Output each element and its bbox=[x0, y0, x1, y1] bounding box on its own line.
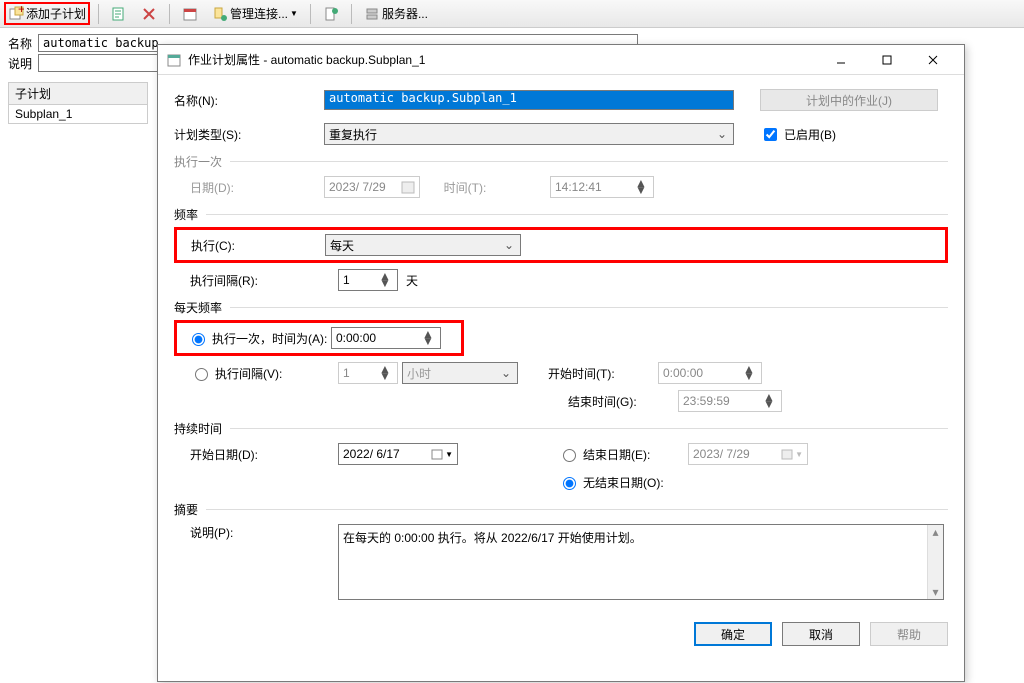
scrollbar[interactable]: ▴▾ bbox=[927, 525, 943, 599]
spinner-icon: ▲▼ bbox=[379, 273, 393, 287]
titlebar: 作业计划属性 - automatic backup.Subplan_1 bbox=[158, 45, 964, 75]
minimize-button[interactable] bbox=[818, 46, 864, 74]
edit-icon bbox=[111, 6, 127, 22]
daily-once-time-input[interactable]: 0:00:00 ▲▼ bbox=[331, 327, 441, 349]
daily-once-radio-input[interactable] bbox=[192, 333, 205, 346]
spinner-icon: ▲▼ bbox=[379, 366, 393, 380]
freq-interval-input[interactable]: 1 ▲▼ bbox=[338, 269, 398, 291]
dialog-icon bbox=[166, 52, 182, 68]
daily-interval-unit-select: 小时 ⌄ bbox=[402, 362, 518, 384]
once-date-label: 日期(D): bbox=[190, 179, 324, 196]
enabled-label: 已启用(B) bbox=[784, 126, 836, 143]
duration-end-input: 2023/ 7/29 ▼ bbox=[688, 443, 808, 465]
freq-exec-label: 执行(C): bbox=[181, 237, 325, 254]
duration-section-label: 持续时间 bbox=[174, 420, 948, 437]
close-button[interactable] bbox=[910, 46, 956, 74]
freq-section-label: 频率 bbox=[174, 206, 948, 223]
daily-end-label: 结束时间(G): bbox=[568, 393, 678, 410]
end-date-radio[interactable]: 结束日期(E): bbox=[558, 446, 688, 463]
server-button[interactable]: 服务器... bbox=[360, 3, 432, 24]
enabled-checkbox-input[interactable] bbox=[764, 128, 777, 141]
duration-start-input[interactable]: 2022/ 6/17 ▼ bbox=[338, 443, 458, 465]
toolbar-separator bbox=[351, 4, 352, 24]
daily-start-label: 开始时间(T): bbox=[548, 365, 658, 382]
duration-start-label: 开始日期(D): bbox=[190, 446, 338, 463]
spinner-icon: ▲▼ bbox=[422, 331, 436, 345]
add-subplan-icon: + bbox=[8, 6, 24, 22]
cancel-button[interactable]: 取消 bbox=[782, 622, 860, 646]
report-icon bbox=[323, 6, 339, 22]
calendar-icon bbox=[182, 6, 198, 22]
name-label: 名称 bbox=[8, 35, 38, 52]
desc-label: 说明 bbox=[8, 55, 38, 72]
chevron-down-icon: ⌄ bbox=[502, 238, 516, 252]
freq-interval-unit: 天 bbox=[406, 272, 418, 289]
add-subplan-label: 添加子计划 bbox=[26, 5, 86, 22]
daily-interval-radio[interactable]: 执行间隔(V): bbox=[190, 365, 338, 382]
once-section-label: 执行一次 bbox=[174, 153, 948, 170]
subplan-header: 子计划 bbox=[8, 82, 148, 105]
schedule-name-input[interactable]: automatic backup.Subplan_1 bbox=[324, 90, 734, 110]
summary-section-label: 摘要 bbox=[174, 501, 948, 518]
subplan-row[interactable]: Subplan_1 bbox=[8, 105, 148, 124]
calendar-dropdown-icon: ▼ bbox=[781, 448, 803, 460]
main-toolbar: + 添加子计划 管理连接... ▼ 服务器... bbox=[0, 0, 1024, 28]
schedule-dialog: 作业计划属性 - automatic backup.Subplan_1 名称(N… bbox=[157, 44, 965, 682]
once-date-input: 2023/ 7/29 bbox=[324, 176, 420, 198]
daily-interval-value: 1 ▲▼ bbox=[338, 362, 398, 384]
spinner-icon: ▲▼ bbox=[635, 180, 649, 194]
name-label: 名称(N): bbox=[174, 92, 324, 109]
help-button: 帮助 bbox=[870, 622, 948, 646]
no-end-date-radio-input[interactable] bbox=[563, 477, 576, 490]
type-value: 重复执行 bbox=[329, 126, 377, 143]
dropdown-icon: ▼ bbox=[290, 9, 298, 18]
schedule-type-select[interactable]: 重复执行 ⌄ bbox=[324, 123, 734, 145]
svg-text:+: + bbox=[18, 6, 24, 16]
dialog-body: 名称(N): automatic backup.Subplan_1 计划中的作业… bbox=[158, 75, 964, 614]
delete-icon bbox=[141, 6, 157, 22]
subplan-table: 子计划 Subplan_1 bbox=[8, 82, 148, 124]
toolbar-separator bbox=[98, 4, 99, 24]
maximize-button[interactable] bbox=[864, 46, 910, 74]
calendar-icon bbox=[401, 180, 415, 194]
ok-button[interactable]: 确定 bbox=[694, 622, 772, 646]
daily-once-radio[interactable]: 执行一次，时间为(A): bbox=[181, 330, 331, 347]
end-date-radio-input[interactable] bbox=[563, 449, 576, 462]
once-time-input: 14:12:41 ▲▼ bbox=[550, 176, 654, 198]
toolbar-separator bbox=[169, 4, 170, 24]
report-button[interactable] bbox=[319, 4, 343, 24]
edit-button[interactable] bbox=[107, 4, 131, 24]
calendar-dropdown-icon: ▼ bbox=[431, 448, 453, 460]
jobs-button: 计划中的作业(J) bbox=[760, 89, 938, 111]
manage-conn-label: 管理连接... bbox=[230, 5, 288, 22]
dialog-title: 作业计划属性 - automatic backup.Subplan_1 bbox=[188, 51, 818, 68]
freq-exec-select[interactable]: 每天 ⌄ bbox=[325, 234, 521, 256]
freq-interval-label: 执行间隔(R): bbox=[190, 272, 338, 289]
no-end-date-radio[interactable]: 无结束日期(O): bbox=[558, 474, 664, 491]
chevron-down-icon: ⌄ bbox=[715, 127, 729, 141]
server-label: 服务器... bbox=[382, 5, 428, 22]
daily-interval-radio-input[interactable] bbox=[195, 368, 208, 381]
spinner-icon: ▲▼ bbox=[763, 394, 777, 408]
daily-start-input: 0:00:00 ▲▼ bbox=[658, 362, 762, 384]
toolbar-separator bbox=[310, 4, 311, 24]
chevron-down-icon: ⌄ bbox=[499, 366, 513, 380]
enabled-checkbox[interactable]: 已启用(B) bbox=[760, 125, 836, 144]
add-subplan-button[interactable]: + 添加子计划 bbox=[4, 2, 90, 25]
once-time-label: 时间(T): bbox=[420, 179, 510, 196]
server-icon bbox=[364, 6, 380, 22]
summary-textarea[interactable]: 在每天的 0:00:00 执行。将从 2022/6/17 开始使用计划。 ▴▾ bbox=[338, 524, 944, 600]
manage-conn-icon bbox=[212, 6, 228, 22]
spinner-icon: ▲▼ bbox=[743, 366, 757, 380]
calendar-button[interactable] bbox=[178, 4, 202, 24]
dialog-buttons: 确定 取消 帮助 bbox=[158, 614, 964, 654]
daily-section-label: 每天频率 bbox=[174, 299, 948, 316]
delete-button[interactable] bbox=[137, 4, 161, 24]
summary-desc-label: 说明(P): bbox=[190, 524, 338, 541]
daily-end-input: 23:59:59 ▲▼ bbox=[678, 390, 782, 412]
type-label: 计划类型(S): bbox=[174, 126, 324, 143]
manage-conn-button[interactable]: 管理连接... ▼ bbox=[208, 3, 302, 24]
